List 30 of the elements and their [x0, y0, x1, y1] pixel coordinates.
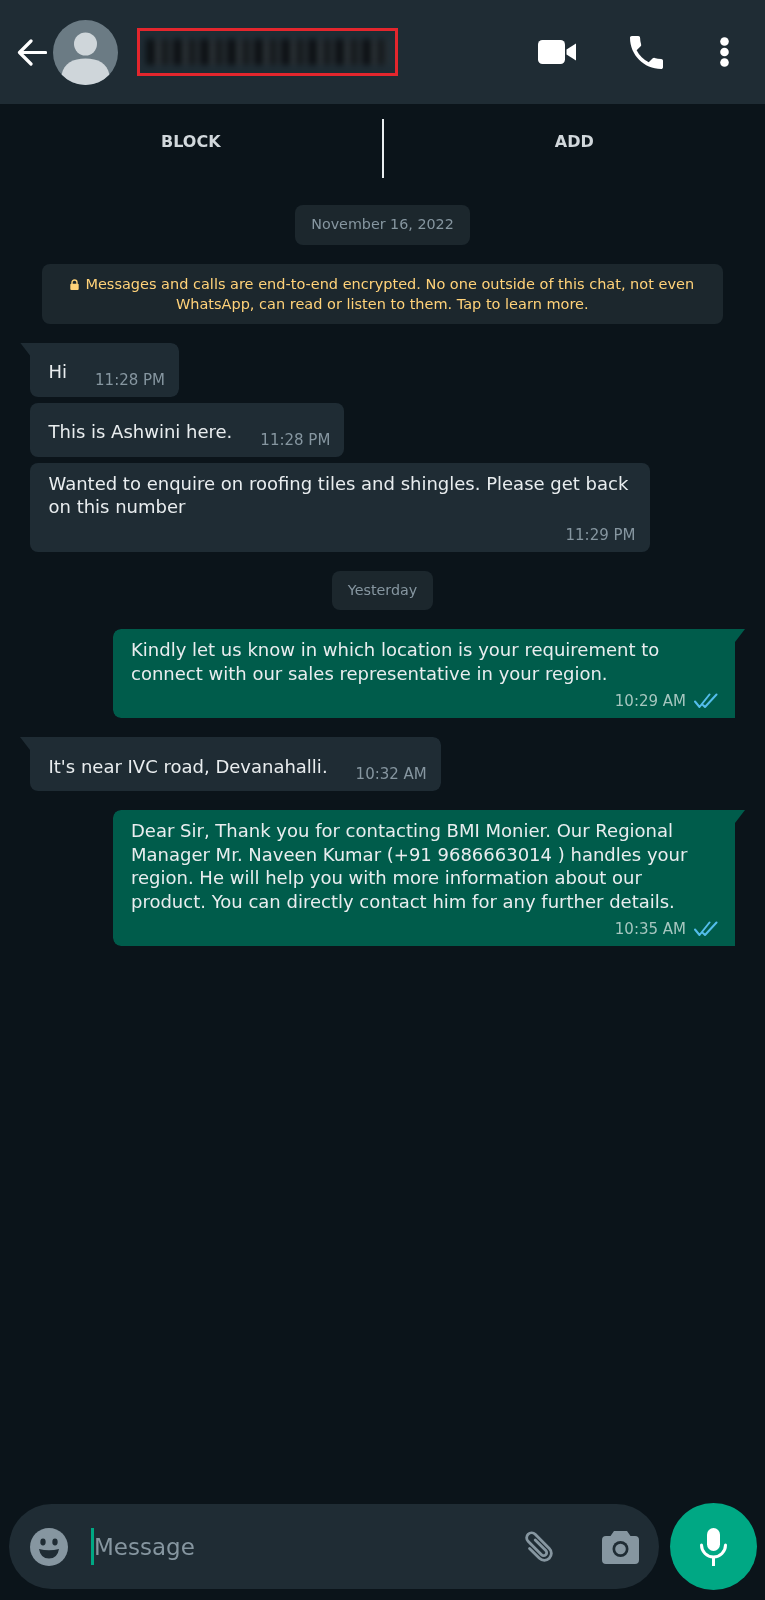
message-text: Hi	[48, 360, 68, 384]
action-button[interactable]: ADD	[383, 104, 765, 180]
notice-text: Messages and calls are end-to-end encrypted. No one outside of this chat, not even WhatsApp, can read or listen to them. Tap to learn more.	[85, 275, 695, 312]
avatar-icon[interactable]	[53, 19, 118, 85]
message-text: Dear Sir, Thank you for contacting BMI Monier. Our Regional Manager Mr. Naveen Kumar (+91 9686663014 ) handles your region. He will help you with more information about our product. You can directly contact him for any further details.	[131, 819, 689, 913]
video-camera-icon[interactable]	[538, 40, 576, 64]
phone-icon[interactable]	[630, 35, 663, 69]
text-cursor-icon	[91, 1528, 94, 1565]
message-time: 10:29 AM	[614, 691, 686, 711]
lock-icon	[70, 278, 80, 290]
message-text: This is Ashwini here.	[48, 420, 233, 444]
action-button[interactable]: BLOCK	[0, 104, 382, 180]
microphone-icon	[699, 1527, 728, 1566]
message-time: 10:35 AM	[614, 919, 686, 939]
message-time: 11:28 PM	[260, 429, 331, 450]
message-time: 11:28 PM	[95, 369, 166, 390]
date-chip: Yesterday	[331, 570, 434, 610]
camera-icon[interactable]	[602, 1529, 639, 1564]
back-arrow-icon[interactable]	[17, 38, 47, 66]
message-text: Wanted to enquire on roofing tiles and shingles. Please get back on this number	[48, 471, 630, 519]
date-chip: November 16, 2022	[295, 205, 470, 245]
message-time: 11:29 PM	[565, 524, 636, 545]
message-text: Kindly let us know in which location is your requirement to connect with our sales representative in your region.	[131, 638, 661, 685]
message-text: It's near IVC road, Devanahalli.	[48, 754, 328, 778]
message-input-field[interactable]: Message	[94, 1526, 519, 1567]
composer-bar[interactable]: Message	[9, 1504, 659, 1589]
more-options-icon[interactable]	[720, 37, 729, 67]
encryption-notice[interactable]: Messages and calls are end-to-end encrypted. No one outside of this chat, not even WhatsApp, can read or listen to them. Tap to learn more.	[41, 263, 723, 324]
emoji-icon[interactable]	[30, 1527, 68, 1566]
message-time: 10:32 AM	[355, 764, 427, 784]
